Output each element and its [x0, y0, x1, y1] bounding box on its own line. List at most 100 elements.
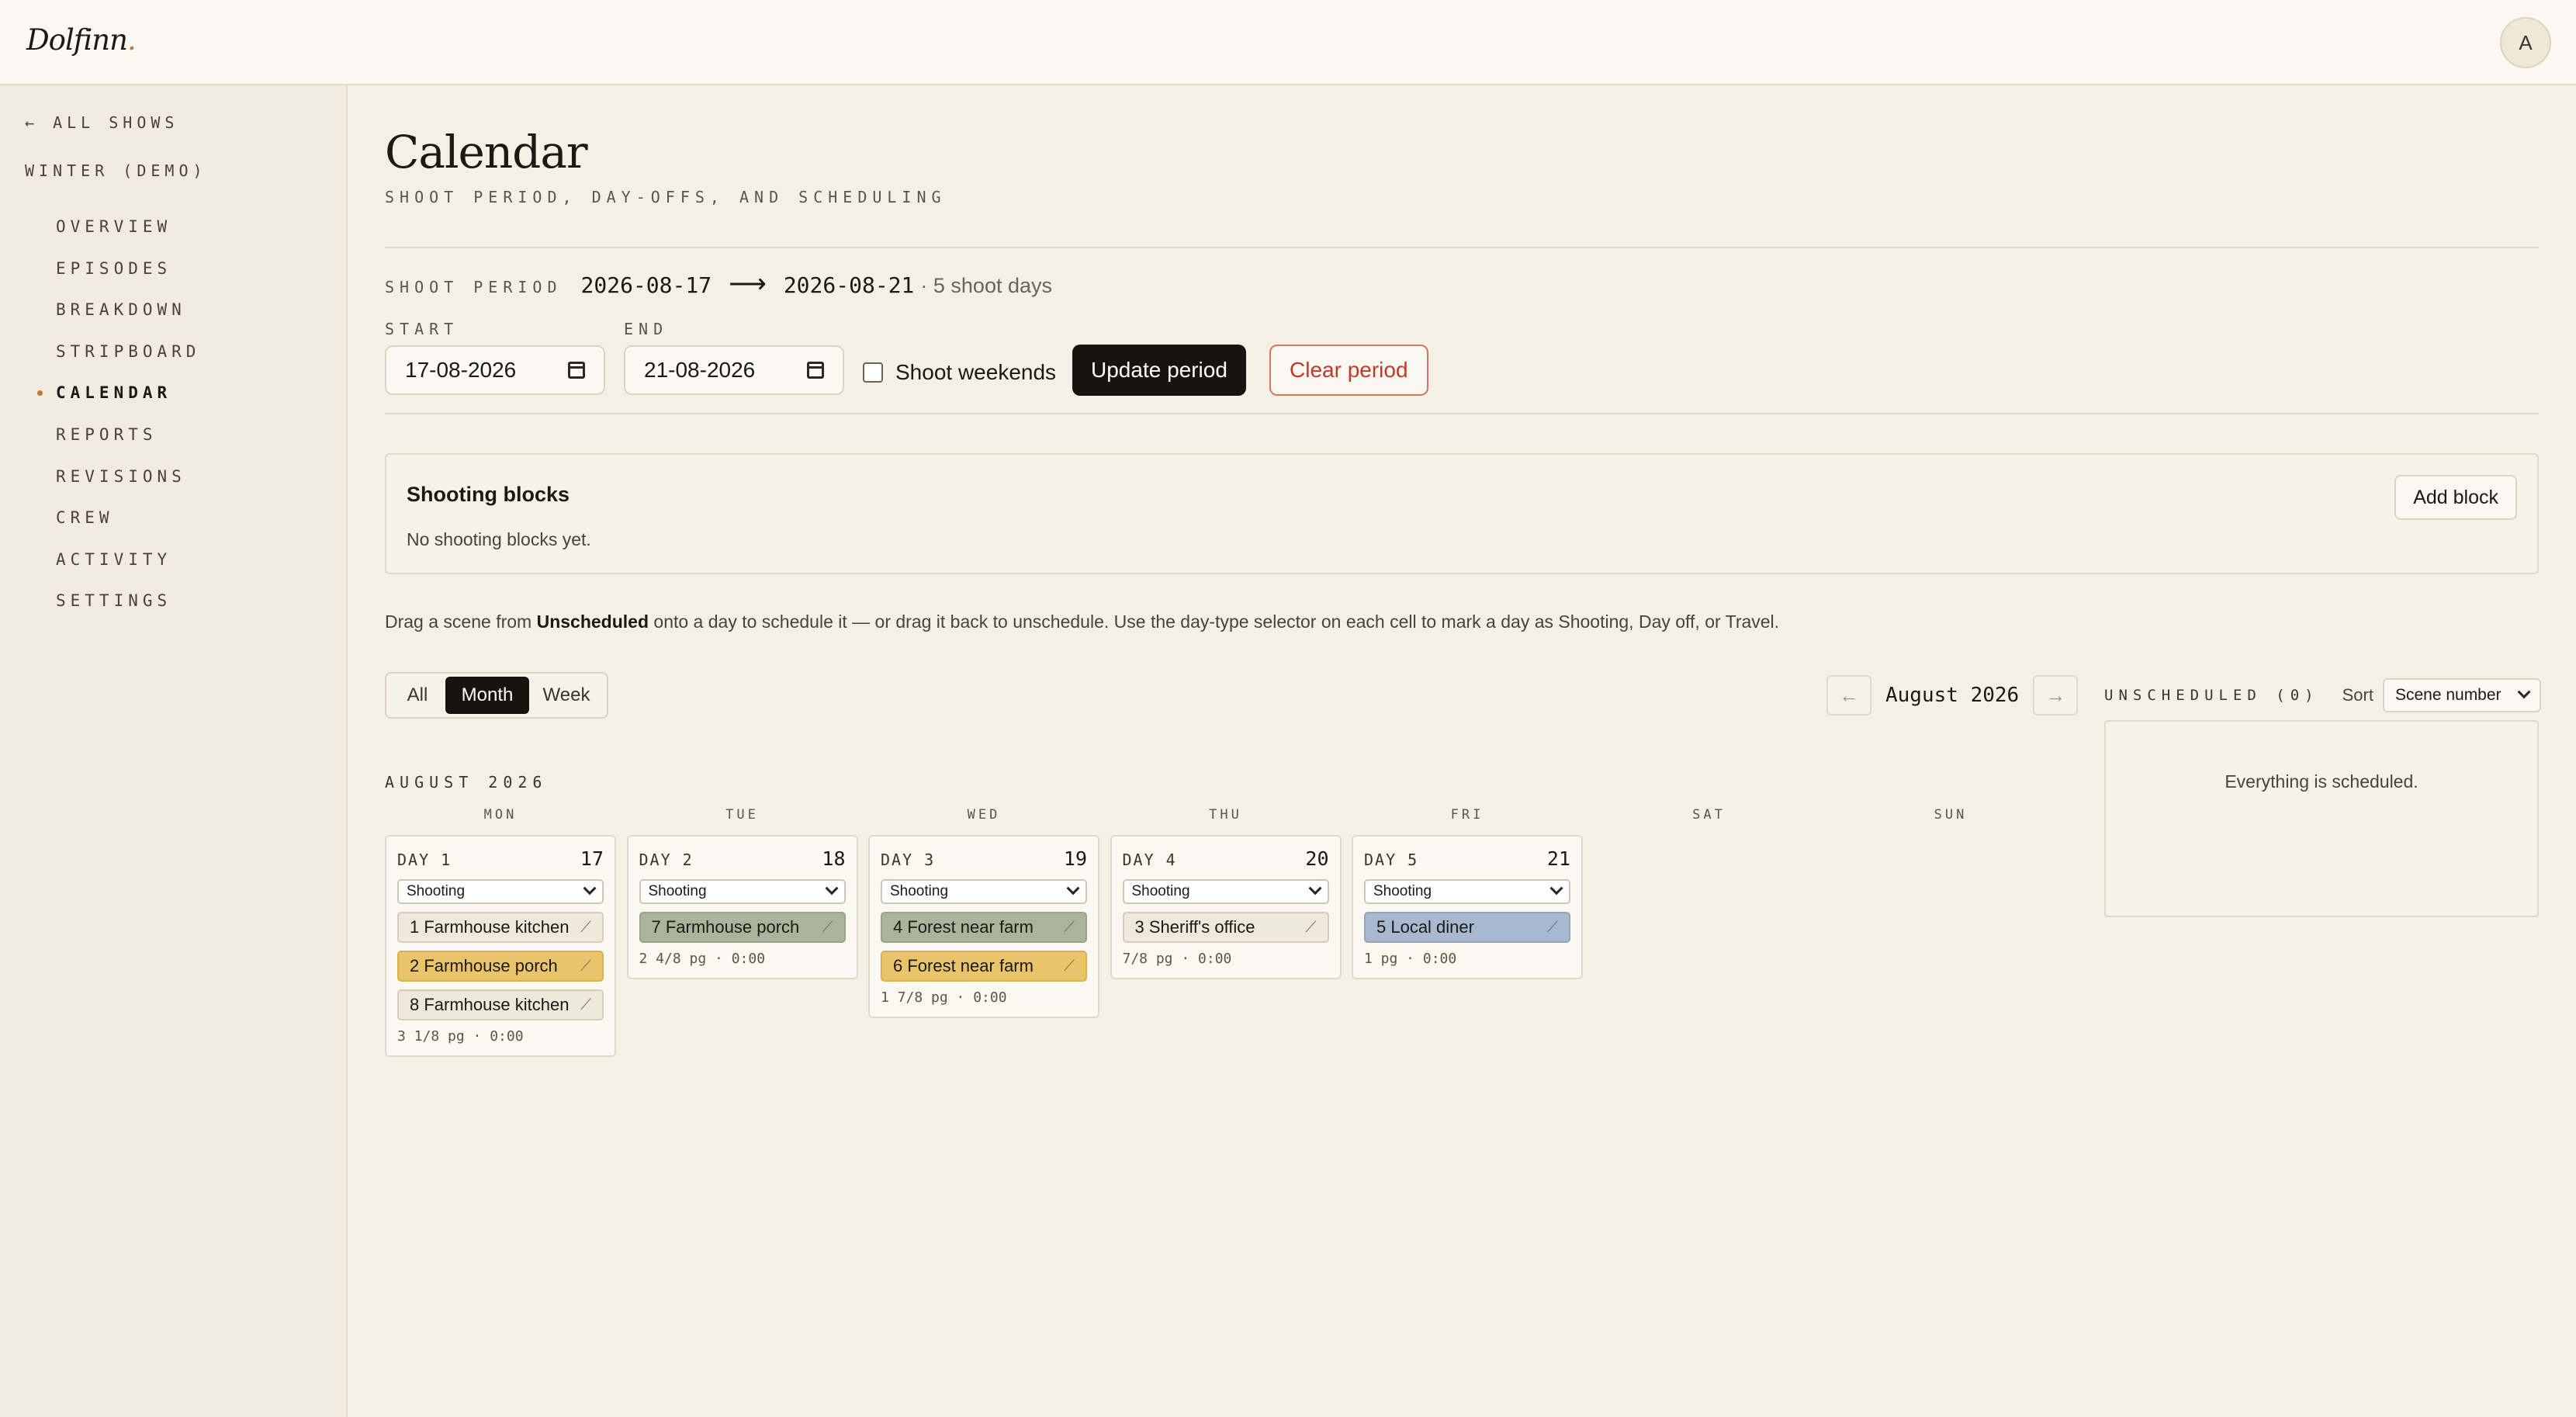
- sidebar-item-reports[interactable]: REPORTS: [56, 425, 158, 444]
- day-type-select[interactable]: Shooting: [1122, 879, 1329, 904]
- day-cell[interactable]: DAY 2 18 Shooting 7 Farmhouse porch ⟋ 2 4/8 p…: [626, 835, 858, 979]
- sidebar-item-stripboard[interactable]: STRIPBOARD: [56, 342, 200, 361]
- scene-title: 2 Farmhouse porch: [410, 956, 558, 975]
- chevron-down-icon: [1308, 882, 1321, 896]
- clear-period-button[interactable]: Clear period: [1269, 345, 1428, 396]
- sidebar: ← ALL SHOWS WINTER (DEMO) OVERVIEW EPISOD…: [0, 85, 348, 1417]
- drag-handle-icon[interactable]: ⟋: [580, 996, 591, 1014]
- view-all-button[interactable]: All: [390, 677, 445, 714]
- shoot-weekends-toggle[interactable]: Shoot weekends: [863, 360, 1056, 385]
- day-summary: 1 pg · 0:00: [1364, 951, 1457, 967]
- scene-strip[interactable]: 6 Forest near farm ⟋: [881, 951, 1087, 982]
- scene-strip[interactable]: 3 Sheriff's office ⟋: [1122, 912, 1329, 943]
- shoot-day-label: DAY 4: [1122, 851, 1177, 869]
- drag-handle-icon[interactable]: ⟋: [822, 919, 833, 937]
- scene-title: 7 Farmhouse porch: [651, 917, 800, 937]
- shooting-blocks-title: Shooting blocks: [407, 483, 570, 506]
- view-month-button[interactable]: Month: [445, 677, 529, 714]
- end-date-input[interactable]: 21-08-2026: [624, 345, 844, 395]
- day-type-value: Shooting: [407, 883, 466, 899]
- sidebar-item-activity[interactable]: ACTIVITY: [56, 550, 171, 569]
- shoot-period-label: SHOOT PERIOD: [385, 278, 563, 296]
- scene-title: 6 Forest near farm: [893, 956, 1034, 975]
- sidebar-item-revisions[interactable]: REVISIONS: [56, 467, 186, 486]
- day-cell-header: DAY 2 18: [628, 837, 857, 870]
- calendar-icon[interactable]: [568, 362, 585, 379]
- top-bar: Dolfinn. A: [0, 0, 2576, 85]
- day-type-select[interactable]: Shooting: [881, 879, 1087, 904]
- weekday-sat: SAT: [1692, 807, 1726, 823]
- scene-strip[interactable]: 4 Forest near farm ⟋: [881, 912, 1087, 943]
- sort-select[interactable]: Scene number: [2382, 678, 2541, 712]
- update-period-button[interactable]: Update period: [1072, 345, 1246, 396]
- day-summary: 1 7/8 pg · 0:00: [881, 989, 1007, 1006]
- active-indicator-dot: [37, 390, 43, 397]
- day-summary: 7/8 pg · 0:00: [1122, 951, 1232, 967]
- day-type-value: Shooting: [890, 883, 949, 899]
- scene-title: 1 Farmhouse kitchen: [410, 917, 570, 937]
- show-title: WINTER (DEMO): [25, 161, 207, 180]
- sidebar-item-calendar[interactable]: CALENDAR: [56, 383, 171, 402]
- scene-strip[interactable]: 2 Farmhouse porch ⟋: [397, 951, 604, 982]
- drag-handle-icon[interactable]: ⟋: [580, 919, 591, 937]
- drag-handle-icon[interactable]: ⟋: [1064, 919, 1075, 937]
- sidebar-item-crew[interactable]: CREW: [56, 508, 114, 527]
- scene-strip[interactable]: 5 Local diner ⟋: [1364, 912, 1570, 943]
- day-cell[interactable]: DAY 5 21 Shooting 5 Local diner ⟋ 1 pg · 0:00: [1352, 835, 1583, 979]
- scene-strip[interactable]: 8 Farmhouse kitchen ⟋: [397, 989, 604, 1020]
- day-type-value: Shooting: [1131, 883, 1190, 899]
- date-number: 19: [1063, 847, 1087, 870]
- shoot-day-label: DAY 1: [397, 851, 452, 869]
- chevron-down-icon: [1066, 882, 1080, 896]
- scene-title: 8 Farmhouse kitchen: [410, 995, 570, 1014]
- sidebar-item-settings[interactable]: SETTINGS: [56, 591, 171, 610]
- shoot-day-label: DAY 3: [881, 851, 936, 869]
- end-date-value: 21-08-2026: [644, 358, 756, 382]
- sidebar-item-episodes[interactable]: EPISODES: [56, 259, 171, 278]
- calendar-icon[interactable]: [807, 362, 824, 379]
- day-cell-header: DAY 5 21: [1353, 837, 1581, 870]
- day-cell-header: DAY 1 17: [386, 837, 615, 870]
- day-cell[interactable]: DAY 3 19 Shooting 4 Forest near farm ⟋ 6 Fore…: [868, 835, 1099, 1018]
- divider: [385, 413, 2539, 414]
- date-number: 18: [822, 847, 846, 870]
- month-heading: AUGUST 2026: [385, 773, 548, 792]
- weekday-thu: THU: [1209, 807, 1242, 823]
- chevron-down-icon: [583, 882, 597, 896]
- scene-strip[interactable]: 7 Farmhouse porch ⟋: [639, 912, 846, 943]
- day-summary: 3 1/8 pg · 0:00: [397, 1028, 524, 1045]
- drag-handle-icon[interactable]: ⟋: [1547, 919, 1558, 937]
- day-cell[interactable]: DAY 4 20 Shooting 3 Sheriff's office ⟋ 7/8 pg…: [1110, 835, 1342, 979]
- weekday-fri: FRI: [1450, 807, 1484, 823]
- drag-handle-icon[interactable]: ⟋: [1064, 958, 1075, 975]
- sort-select-value: Scene number: [2394, 686, 2502, 704]
- drag-handle-icon[interactable]: ⟋: [580, 958, 591, 975]
- unscheduled-dropzone[interactable]: Everything is scheduled.: [2104, 720, 2539, 917]
- day-type-select[interactable]: Shooting: [639, 879, 846, 904]
- page-subtitle: SHOOT PERIOD, DAY-OFFS, AND SCHEDULING: [385, 188, 947, 206]
- app-logo[interactable]: Dolfinn.: [26, 23, 137, 57]
- scene-strip[interactable]: 1 Farmhouse kitchen ⟋: [397, 912, 604, 943]
- drag-handle-icon[interactable]: ⟋: [1306, 919, 1317, 937]
- start-date-input[interactable]: 17-08-2026: [385, 345, 605, 395]
- date-number: 21: [1546, 847, 1570, 870]
- view-week-button[interactable]: Week: [529, 677, 604, 714]
- shoot-period-summary: SHOOT PERIOD 2026-08-17 ⟶ 2026-08-21 · 5…: [385, 269, 1052, 300]
- sort-label: Sort: [2342, 685, 2373, 705]
- prev-month-button[interactable]: ←: [1826, 675, 1871, 715]
- shoot-weekends-label: Shoot weekends: [895, 360, 1057, 384]
- next-month-button[interactable]: →: [2033, 675, 2079, 715]
- sidebar-item-breakdown[interactable]: BREAKDOWN: [56, 300, 186, 319]
- period-end-display: 2026-08-21: [783, 272, 915, 298]
- shoot-weekends-checkbox[interactable]: [863, 362, 883, 383]
- add-block-button[interactable]: Add block: [2394, 475, 2517, 520]
- day-type-select[interactable]: Shooting: [1364, 879, 1570, 904]
- shooting-blocks-empty: No shooting blocks yet.: [407, 529, 591, 549]
- avatar[interactable]: A: [2500, 17, 2551, 68]
- sidebar-item-overview[interactable]: OVERVIEW: [56, 217, 171, 236]
- day-type-select[interactable]: Shooting: [397, 879, 604, 904]
- back-to-all-shows-link[interactable]: ← ALL SHOWS: [25, 113, 178, 132]
- period-start-display: 2026-08-17: [580, 272, 712, 298]
- day-cell-header: DAY 3 19: [870, 837, 1098, 870]
- day-cell[interactable]: DAY 1 17 Shooting 1 Farmhouse kitchen ⟋ 2 Far…: [385, 835, 616, 1057]
